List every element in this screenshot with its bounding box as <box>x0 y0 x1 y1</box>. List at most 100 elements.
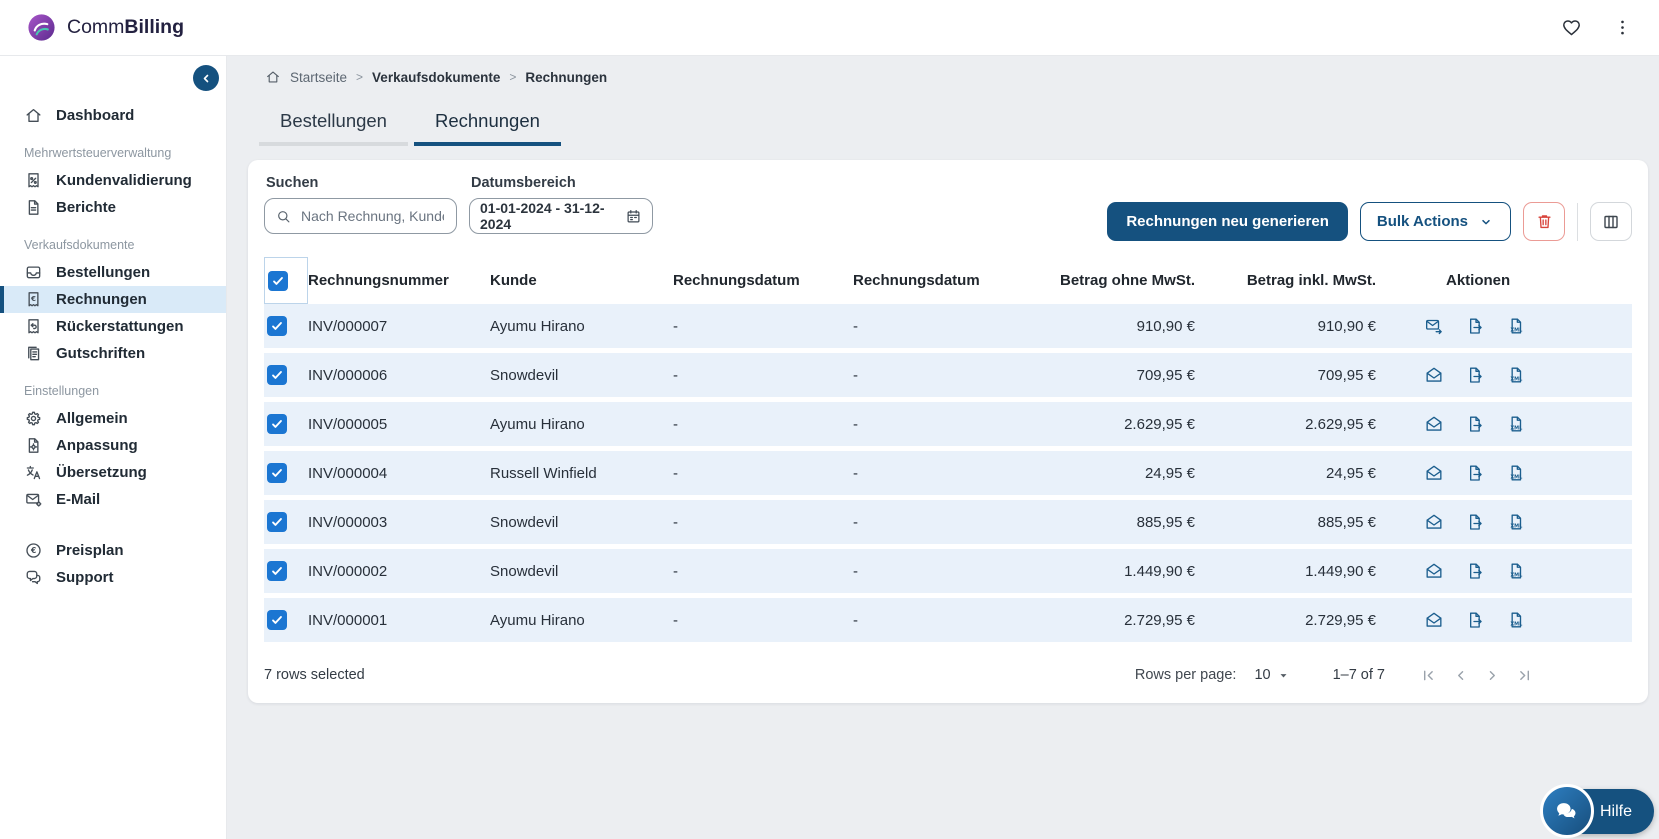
customer-name: Ayumu Hirano <box>490 612 673 629</box>
file-export-icon <box>1465 512 1485 532</box>
rows-per-page-select[interactable]: 10 <box>1254 667 1290 683</box>
xml-export-icon <box>1506 365 1526 385</box>
check-icon <box>270 417 284 431</box>
customer-name: Snowdevil <box>490 367 673 384</box>
row-checkbox[interactable] <box>267 561 287 581</box>
sidebar-collapse-button[interactable] <box>193 65 219 91</box>
page-range: 1–7 of 7 <box>1333 667 1385 683</box>
mail-open-icon[interactable] <box>1424 365 1444 385</box>
row-checkbox[interactable] <box>267 365 287 385</box>
sidebar-item-dashboard[interactable]: Dashboard <box>0 102 226 129</box>
help-button[interactable]: Hilfe <box>1552 789 1654 834</box>
table-header: Rechnungsnummer Kunde Rechnungsdatum Rec… <box>264 257 1632 304</box>
credit-note-icon <box>24 344 43 363</box>
kebab-menu-icon[interactable] <box>1612 17 1633 38</box>
sidebar-item-gutschriften[interactable]: Gutschriften <box>0 340 226 367</box>
file-export-icon[interactable] <box>1465 316 1485 336</box>
mail-open-icon <box>1424 561 1444 581</box>
xml-export-icon <box>1506 316 1526 336</box>
caret-down-icon <box>1276 668 1291 683</box>
file-export-icon[interactable] <box>1465 463 1485 483</box>
mail-open-icon[interactable] <box>1424 512 1444 532</box>
sidebar-item-uebersetzung[interactable]: Übersetzung <box>0 459 226 486</box>
page-prev-icon[interactable] <box>1451 666 1470 685</box>
date-range-input[interactable]: 01-01-2024 - 31-12-2024 <box>469 198 653 234</box>
page-first-icon[interactable] <box>1419 666 1438 685</box>
invoice-date: - <box>673 318 853 335</box>
table-row[interactable]: INV/000002 Snowdevil - - 1.449,90 € 1.44… <box>264 549 1632 593</box>
sidebar-item-anpassung[interactable]: Anpassung <box>0 432 226 459</box>
xml-export-icon[interactable] <box>1506 610 1526 630</box>
mail-open-icon[interactable] <box>1424 561 1444 581</box>
page-next-icon[interactable] <box>1483 666 1502 685</box>
invoice-date: - <box>673 612 853 629</box>
breadcrumb-item-startseite[interactable]: Startseite <box>290 70 347 85</box>
search-input[interactable] <box>299 207 446 225</box>
file-export-icon[interactable] <box>1465 365 1485 385</box>
home-icon[interactable] <box>265 69 281 85</box>
table-row[interactable]: INV/000007 Ayumu Hirano - - 910,90 € 910… <box>264 304 1632 348</box>
row-checkbox-cell <box>264 610 308 630</box>
check-icon <box>271 274 285 288</box>
mail-send-icon[interactable] <box>1424 316 1444 336</box>
regenerate-invoices-button[interactable]: Rechnungen neu generieren <box>1107 202 1348 241</box>
amount-gross: 24,95 € <box>1197 465 1378 482</box>
mail-open-icon[interactable] <box>1424 414 1444 434</box>
breadcrumb-item-verkaufsdokumente[interactable]: Verkaufsdokumente <box>372 70 500 85</box>
sidebar-item-label: Support <box>56 569 114 586</box>
invoice-date-2: - <box>853 563 1033 580</box>
column-settings-button[interactable] <box>1590 202 1632 241</box>
file-export-icon[interactable] <box>1465 414 1485 434</box>
xml-export-icon[interactable] <box>1506 463 1526 483</box>
column-header: Kunde <box>490 272 673 289</box>
sidebar-item-rechnungen[interactable]: Rechnungen <box>0 286 226 313</box>
file-export-icon[interactable] <box>1465 561 1485 581</box>
sidebar-item-kundenvalidierung[interactable]: Kundenvalidierung <box>0 167 226 194</box>
mail-open-icon[interactable] <box>1424 463 1444 483</box>
xml-export-icon[interactable] <box>1506 365 1526 385</box>
heart-icon[interactable] <box>1561 17 1582 38</box>
sidebar-item-berichte[interactable]: Berichte <box>0 194 226 221</box>
sidebar-item-allgemein[interactable]: Allgemein <box>0 405 226 432</box>
bulk-actions-button[interactable]: Bulk Actions <box>1360 202 1511 241</box>
xml-export-icon[interactable] <box>1506 414 1526 434</box>
sidebar-item-label: Allgemein <box>56 410 128 427</box>
mail-open-icon[interactable] <box>1424 610 1444 630</box>
invoice-date-2: - <box>853 465 1033 482</box>
file-export-icon[interactable] <box>1465 610 1485 630</box>
sidebar-item-rueckerstattungen[interactable]: Rückerstattungen <box>0 313 226 340</box>
row-checkbox[interactable] <box>267 316 287 336</box>
row-checkbox[interactable] <box>267 463 287 483</box>
file-export-icon[interactable] <box>1465 512 1485 532</box>
gear-icon <box>24 409 43 428</box>
sidebar-item-label: Übersetzung <box>56 464 147 481</box>
page-last-icon[interactable] <box>1515 666 1534 685</box>
column-header: Rechnungsdatum <box>673 272 853 289</box>
table-row[interactable]: INV/000004 Russell Winfield - - 24,95 € … <box>264 451 1632 495</box>
invoice-number: INV/000003 <box>308 514 490 531</box>
table-row[interactable]: INV/000005 Ayumu Hirano - - 2.629,95 € 2… <box>264 402 1632 446</box>
xml-export-icon[interactable] <box>1506 512 1526 532</box>
row-checkbox[interactable] <box>267 610 287 630</box>
tab-bestellungen[interactable]: Bestellungen <box>259 102 408 146</box>
select-all-checkbox[interactable] <box>268 271 288 291</box>
delete-button[interactable] <box>1523 202 1565 241</box>
invoices-card: Suchen Datumsbereich 01-01-2024 - 31-12-… <box>248 160 1648 703</box>
xml-export-icon[interactable] <box>1506 316 1526 336</box>
invoice-date: - <box>673 563 853 580</box>
sidebar-item-label: Preisplan <box>56 542 124 559</box>
sidebar-item-support[interactable]: Support <box>0 564 226 591</box>
tab-rechnungen[interactable]: Rechnungen <box>414 102 561 146</box>
sidebar-item-bestellungen[interactable]: Bestellungen <box>0 259 226 286</box>
calendar-icon[interactable] <box>625 208 642 225</box>
table-row[interactable]: INV/000001 Ayumu Hirano - - 2.729,95 € 2… <box>264 598 1632 642</box>
xml-export-icon[interactable] <box>1506 561 1526 581</box>
sidebar-item-email[interactable]: E-Mail <box>0 486 226 513</box>
chevron-left-icon <box>199 71 214 86</box>
table-row[interactable]: INV/000003 Snowdevil - - 885,95 € 885,95… <box>264 500 1632 544</box>
invoice-date: - <box>673 514 853 531</box>
table-row[interactable]: INV/000006 Snowdevil - - 709,95 € 709,95… <box>264 353 1632 397</box>
row-checkbox[interactable] <box>267 512 287 532</box>
sidebar-item-preisplan[interactable]: Preisplan <box>0 537 226 564</box>
row-checkbox[interactable] <box>267 414 287 434</box>
